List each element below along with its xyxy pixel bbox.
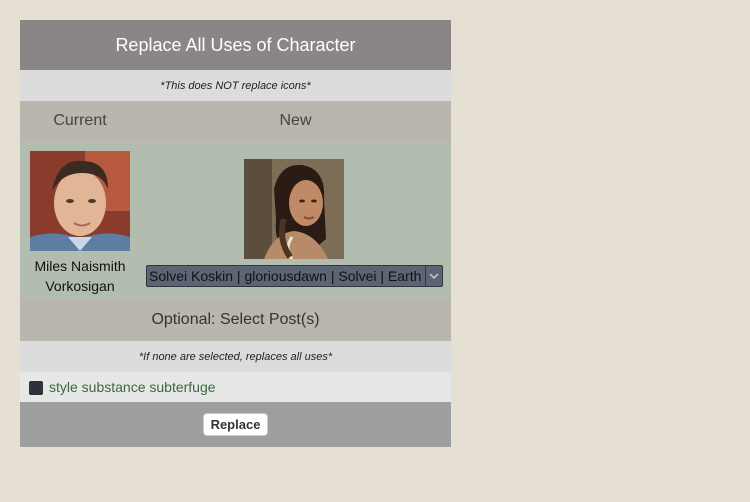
new-character-select[interactable]: Solvei Koskin | gloriousdawn | Solvei | …: [146, 265, 443, 287]
selected-character-text: Solvei Koskin | gloriousdawn | Solvei | …: [149, 268, 422, 284]
select-posts-header: Optional: Select Post(s): [20, 299, 451, 341]
current-column-header: Current: [53, 112, 107, 129]
new-column-header: New: [279, 112, 312, 129]
dialog-footer: Replace: [20, 402, 451, 447]
current-character-avatar: [30, 151, 130, 251]
dialog-title: Replace All Uses of Character: [20, 20, 451, 70]
current-character-name: Miles Naismith Vorkosigan: [34, 258, 126, 294]
post-checkbox[interactable]: [29, 381, 43, 395]
column-headers: Current New: [20, 101, 451, 141]
chevron-down-icon[interactable]: [425, 266, 442, 286]
post-label[interactable]: style substance subterfuge: [49, 379, 216, 395]
replace-button[interactable]: Replace: [202, 413, 269, 436]
character-row: Miles Naismith Vorkosigan Solvei Koskin …: [20, 141, 451, 299]
posts-note: *If none are selected, replaces all uses…: [20, 341, 451, 372]
icons-note: *This does NOT replace icons*: [20, 70, 451, 101]
replace-character-panel: Replace All Uses of Character *This does…: [20, 20, 451, 447]
current-character: Miles Naismith Vorkosigan: [20, 141, 140, 299]
new-character: Solvei Koskin | gloriousdawn | Solvei | …: [140, 141, 451, 299]
new-character-avatar: [244, 159, 344, 259]
post-item[interactable]: style substance subterfuge: [20, 372, 451, 402]
